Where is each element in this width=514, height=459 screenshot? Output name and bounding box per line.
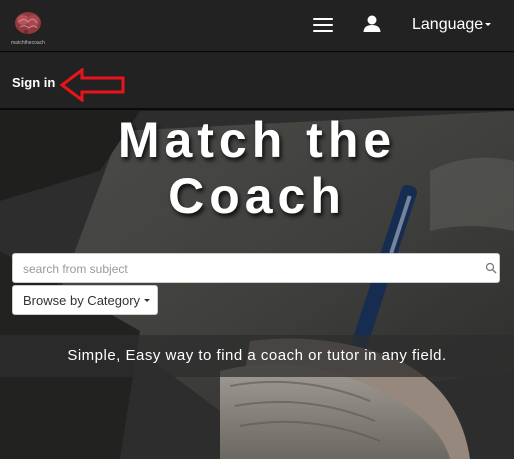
caret-down-icon bbox=[144, 299, 150, 302]
user-icon[interactable] bbox=[363, 15, 381, 33]
browse-category-dropdown[interactable]: Browse by Category bbox=[12, 285, 158, 315]
red-arrow-annotation-icon bbox=[60, 68, 125, 102]
hamburger-menu-icon[interactable] bbox=[313, 18, 333, 32]
tagline-text: Simple, Easy way to find a coach or tuto… bbox=[67, 347, 447, 364]
search-icon[interactable] bbox=[485, 262, 497, 274]
search-input[interactable] bbox=[23, 260, 463, 278]
browse-category-label: Browse by Category bbox=[23, 293, 141, 308]
hero-title-line1: Match the bbox=[117, 112, 397, 168]
tagline-band: Simple, Easy way to find a coach or tuto… bbox=[0, 335, 514, 377]
logo-text: matchthecoach bbox=[11, 40, 45, 46]
language-label: Language bbox=[412, 16, 484, 33]
top-navbar: matchthecoach Language bbox=[0, 0, 514, 52]
hero-title-line2: Coach bbox=[168, 168, 346, 224]
language-dropdown[interactable]: Language bbox=[412, 16, 492, 34]
signin-link[interactable]: Sign in bbox=[12, 75, 55, 90]
signin-bar: Sign in bbox=[0, 53, 514, 110]
caret-down-icon bbox=[485, 23, 492, 27]
hero-title: Match the Coach bbox=[0, 112, 514, 224]
search-box bbox=[12, 253, 500, 283]
